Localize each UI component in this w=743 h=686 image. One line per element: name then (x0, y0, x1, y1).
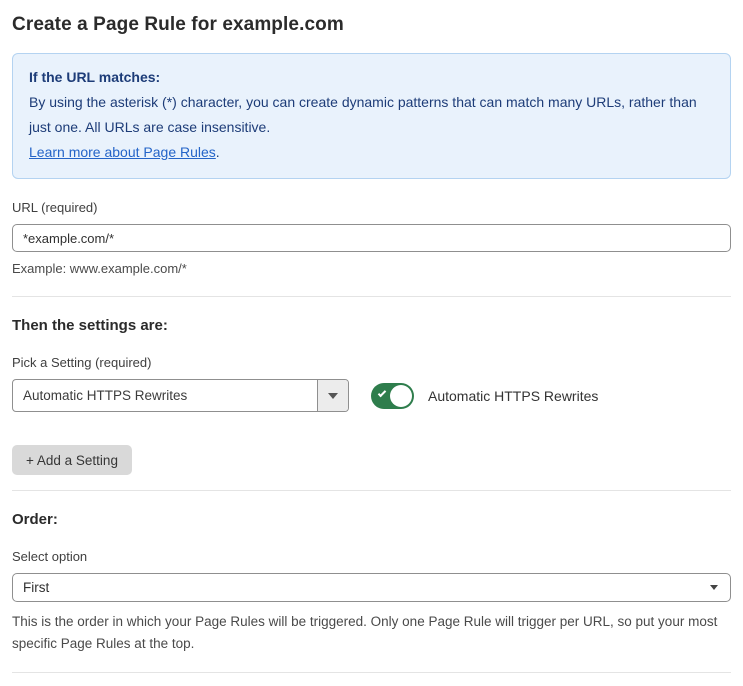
setting-select[interactable]: Automatic HTTPS Rewrites (12, 379, 349, 412)
url-matches-info-box: If the URL matches: By using the asteris… (12, 53, 731, 179)
setting-select-arrow-button[interactable] (317, 380, 348, 411)
chevron-down-icon (328, 392, 338, 399)
settings-section-heading: Then the settings are: (12, 317, 168, 334)
chevron-down-icon (710, 585, 718, 590)
pick-setting-label: Pick a Setting (required) (12, 355, 152, 370)
add-setting-button[interactable]: + Add a Setting (12, 445, 132, 475)
order-helper-text: This is the order in which your Page Rul… (12, 614, 718, 651)
url-example-helper: Example: www.example.com/* (12, 261, 187, 276)
toggle-knob (390, 384, 412, 407)
check-icon (377, 388, 387, 397)
order-select-label: Select option (12, 549, 88, 564)
divider (12, 490, 731, 491)
order-select-value: First (23, 580, 50, 595)
setting-select-value: Automatic HTTPS Rewrites (23, 388, 188, 403)
create-page-rule-form: Create a Page Rule for example.com If th… (0, 0, 743, 686)
toggle-label: Automatic HTTPS Rewrites (428, 387, 599, 404)
info-box-body: By using the asterisk (*) character, you… (29, 94, 697, 135)
setting-row: Automatic HTTPS Rewrites Automatic HTTPS… (12, 379, 731, 412)
automatic-https-rewrites-toggle[interactable] (371, 382, 414, 409)
learn-more-link[interactable]: Learn more about Page Rules (29, 144, 216, 160)
page-title: Create a Page Rule for example.com (12, 14, 344, 35)
divider (12, 672, 731, 673)
url-field-label: URL (required) (12, 200, 98, 215)
order-section-heading: Order: (12, 511, 58, 528)
order-select[interactable]: First (12, 573, 731, 602)
divider (12, 296, 731, 297)
link-period: . (215, 144, 220, 160)
info-box-link-line: Learn more about Page Rules. (29, 140, 714, 165)
info-box-heading: If the URL matches: (29, 69, 161, 85)
url-input[interactable] (12, 224, 731, 252)
